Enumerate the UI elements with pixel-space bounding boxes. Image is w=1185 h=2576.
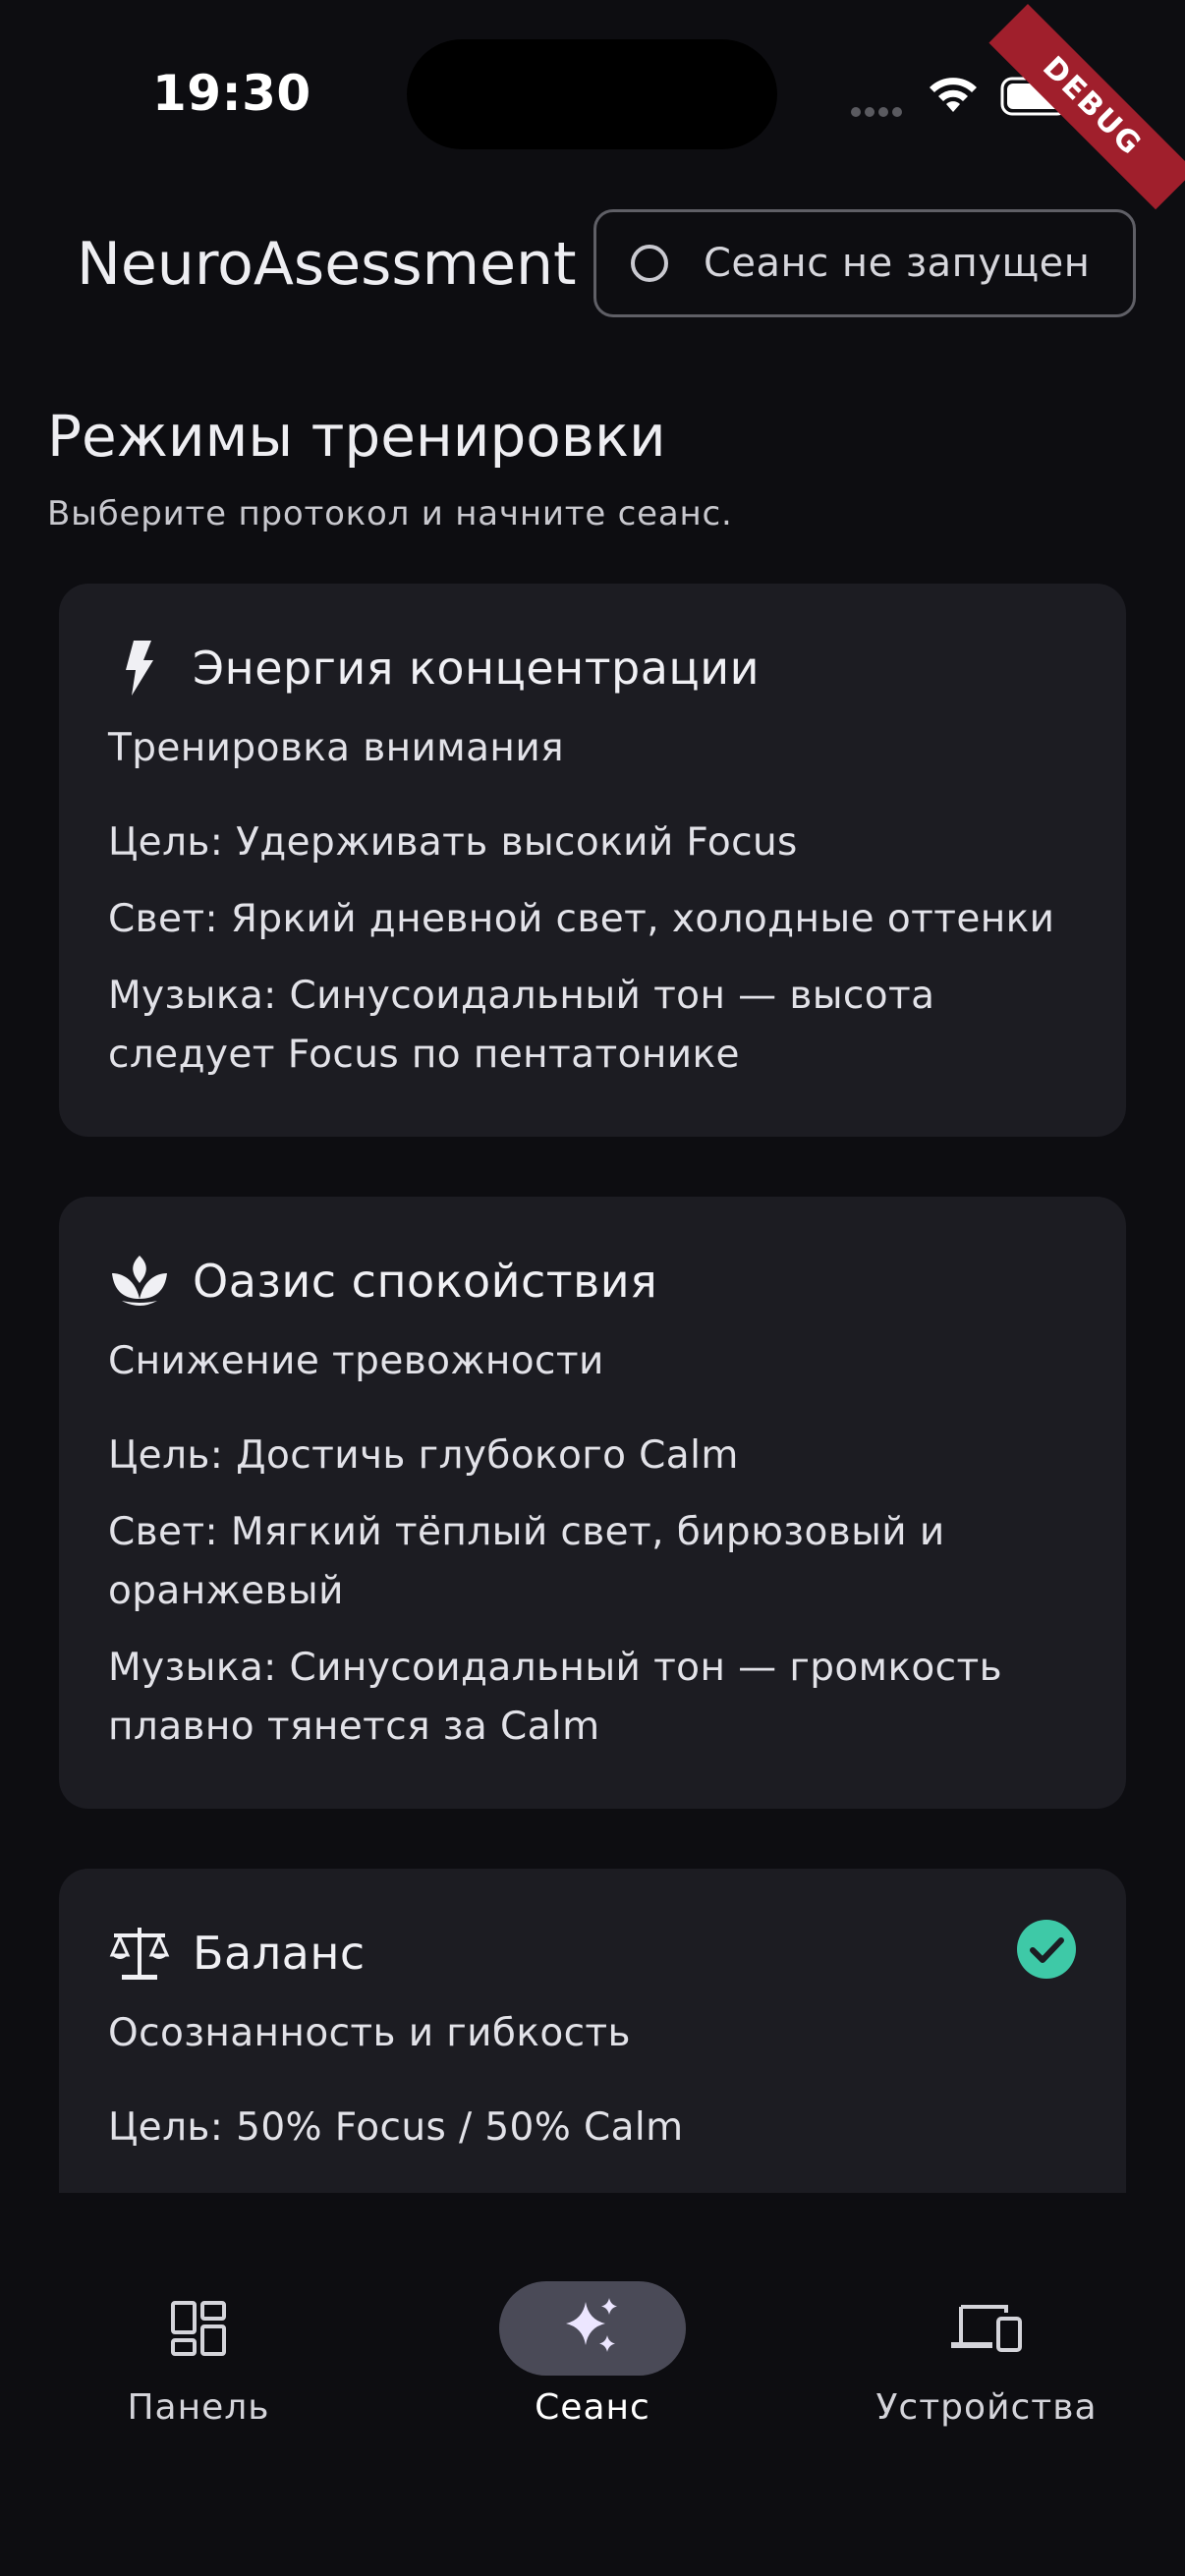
wifi-icon — [930, 78, 977, 112]
devices-icon — [951, 2305, 1022, 2352]
nav-item-dashboard[interactable]: Панель — [51, 2281, 346, 2428]
mode-subtitle: Снижение тревожности — [108, 1339, 604, 1383]
mode-card-calm[interactable]: Оазис спокойствия Снижение тревожности Ц… — [59, 1197, 1126, 1809]
cellular-signal-icon — [851, 102, 906, 121]
mode-subtitle: Тренировка внимания — [108, 726, 564, 770]
mode-title: Энергия концентрации — [193, 642, 761, 695]
mode-goal: Цель: Достичь глубокого Calm — [108, 1433, 739, 1478]
mode-music: Музыка: Синусоидальный тон — громкость п… — [108, 1646, 1003, 1749]
nav-label: Устройства — [875, 2387, 1098, 2428]
dashboard-icon — [171, 2301, 226, 2356]
mode-card-focus[interactable]: Энергия концентрации Тренировка внимания… — [59, 584, 1126, 1137]
status-time: 19:30 — [152, 65, 311, 122]
session-status-chip[interactable]: Сеанс не запущен — [593, 209, 1136, 317]
session-status-text: Сеанс не запущен — [704, 241, 1091, 286]
sparkles-icon — [566, 2298, 617, 2352]
nav-item-session[interactable]: Сеанс — [445, 2281, 740, 2428]
lotus-icon — [112, 1256, 167, 1306]
mode-title: Баланс — [193, 1927, 366, 1980]
mode-music: Музыка: Синусоидальный тон — высота след… — [108, 974, 935, 1077]
mode-goal: Цель: 50% Focus / 50% Calm — [108, 2105, 684, 2150]
mode-subtitle: Осознанность и гибкость — [108, 2011, 631, 2055]
bottom-navigation: Панель Сеанс Устройства — [0, 2193, 1185, 2576]
nav-label: Сеанс — [535, 2387, 650, 2428]
section-title: Режимы тренировки — [47, 403, 666, 470]
mode-light: Свет: Мягкий тёплый свет, бирюзовый и ор… — [108, 1510, 945, 1613]
lightning-icon — [126, 641, 153, 696]
nav-item-devices[interactable]: Устройства — [839, 2281, 1134, 2428]
status-circle-icon — [631, 245, 668, 282]
mode-title: Оазис спокойствия — [193, 1255, 658, 1308]
dynamic-island — [407, 39, 777, 149]
mode-light: Свет: Яркий дневной свет, холодные оттен… — [108, 897, 1055, 941]
selected-check-icon — [1017, 1920, 1076, 1979]
balance-scale-icon — [109, 1928, 170, 1980]
mode-card-balance[interactable]: Баланс Осознанность и гибкость Цель: 50%… — [59, 1869, 1126, 2193]
nav-label: Панель — [127, 2387, 270, 2428]
mode-goal: Цель: Удерживать высокий Focus — [108, 820, 798, 865]
modes-list[interactable]: Энергия концентрации Тренировка внимания… — [0, 550, 1185, 2193]
section-subtitle: Выберите протокол и начните сеанс. — [47, 494, 733, 533]
app-title: NeuroAsessment — [77, 230, 577, 299]
